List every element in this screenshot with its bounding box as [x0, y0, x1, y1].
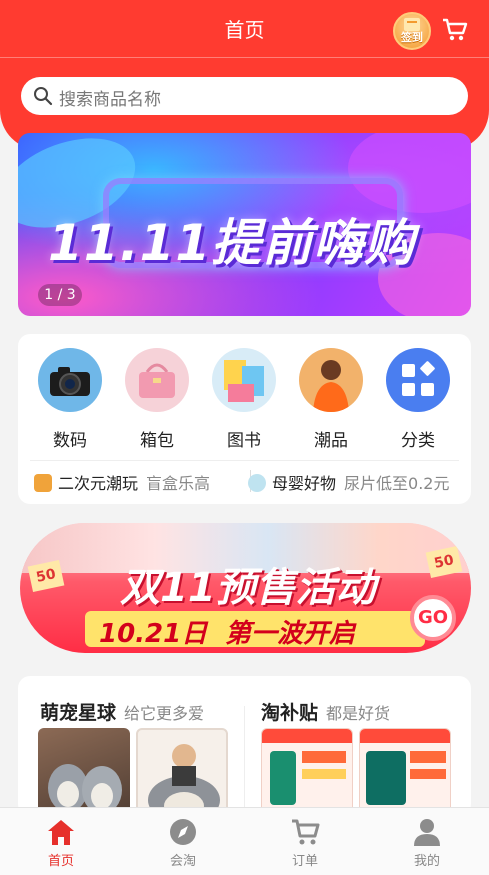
banner-tagline: 第一波开启: [225, 619, 356, 649]
grid-icon: [386, 348, 450, 412]
tab-home[interactable]: 首页: [21, 818, 101, 869]
tab-label: 我的: [413, 854, 440, 869]
tab-discover[interactable]: 会淘: [143, 818, 223, 869]
banner-date: 10.21日: [99, 619, 208, 649]
search-placeholder: 搜索商品名称: [59, 90, 161, 110]
section-subtitle: 都是好货: [326, 704, 391, 723]
promo-title: 母婴好物: [272, 474, 337, 493]
product-thumb-honor[interactable]: [261, 728, 353, 816]
search-icon: [34, 87, 53, 106]
category-item-fashion[interactable]: 潮品: [296, 348, 366, 451]
handbag-icon: [125, 348, 189, 412]
toy-icon: [34, 474, 52, 492]
discount-tag: 50: [425, 545, 463, 579]
promo-title: 二次元潮玩: [58, 474, 139, 493]
cart-icon: [292, 819, 320, 845]
promo-subtitle: 尿片低至0.2元: [344, 474, 450, 493]
banner-headline: 11.11提前嗨购: [48, 214, 416, 272]
cart-icon[interactable]: [442, 18, 468, 42]
promo-link-toys[interactable]: 二次元潮玩 盲盒乐高: [34, 470, 210, 494]
user-icon: [414, 819, 440, 846]
presale-banner[interactable]: 50 50 双11预售活动 10.21日 第一波开启 GO: [20, 523, 471, 653]
home-icon: [48, 820, 74, 845]
section-subtitle: 给它更多爱: [124, 704, 205, 723]
discount-tag: 50: [27, 559, 65, 593]
search-bar[interactable]: 搜索商品名称: [21, 77, 468, 115]
section-pets[interactable]: 萌宠星球 给它更多爱: [40, 698, 204, 725]
tab-label: 首页: [47, 854, 74, 869]
category-label: 数码: [53, 431, 87, 451]
header-divider: [0, 57, 489, 58]
totoro-plush-icon: [148, 744, 220, 816]
phone-product-icon: [262, 729, 352, 816]
section-title: 淘补贴: [261, 702, 319, 724]
product-thumb-totoro[interactable]: [136, 728, 228, 816]
divider: [244, 706, 245, 816]
signin-label: 签到: [401, 31, 423, 44]
category-label: 分类: [401, 431, 435, 451]
banner-pager: 1 / 3: [38, 284, 82, 306]
promo-subtitle: 盲盒乐高: [146, 474, 211, 493]
phone-product-icon: [360, 729, 450, 816]
category-item-books[interactable]: 图书: [209, 348, 279, 451]
promo-link-baby[interactable]: 母婴好物 尿片低至0.2元: [248, 470, 449, 494]
tab-label: 会淘: [169, 854, 196, 869]
product-thumb-plush[interactable]: [38, 728, 130, 816]
category-item-digital[interactable]: 数码: [35, 348, 105, 451]
category-label: 图书: [227, 431, 261, 451]
product-thumb-huawei[interactable]: [359, 728, 451, 816]
signin-button[interactable]: 签到: [393, 12, 431, 50]
promo-banner-1111[interactable]: 11.11提前嗨购: [18, 133, 471, 316]
tab-profile[interactable]: 我的: [387, 818, 467, 869]
tab-label: 订单: [291, 854, 318, 869]
category-card: 数码 箱包 图书 潮品 分类 二次元潮玩 盲盒乐高 母婴好物 尿片低至0.2元: [18, 334, 471, 504]
books-icon: [212, 348, 276, 412]
divider: [30, 460, 459, 461]
section-title: 萌宠星球: [40, 702, 117, 724]
compass-icon: [170, 819, 196, 845]
banner-subline: 10.21日 第一波开启: [85, 611, 425, 649]
category-label: 箱包: [140, 431, 174, 451]
banner-headline: 双11预售活动: [120, 565, 376, 611]
tab-orders[interactable]: 订单: [265, 818, 345, 869]
category-label: 潮品: [314, 431, 348, 451]
bottom-tab-bar: 首页 会淘 订单 我的: [0, 807, 489, 875]
camera-icon: [38, 348, 102, 412]
section-subsidy[interactable]: 淘补贴 都是好货: [261, 698, 390, 725]
plush-toy-icon: [48, 764, 122, 814]
baby-icon: [248, 474, 266, 492]
featured-sections-card: 萌宠星球 给它更多爱 淘补贴 都是好货: [18, 676, 471, 816]
category-item-bags[interactable]: 箱包: [122, 348, 192, 451]
category-item-all[interactable]: 分类: [383, 348, 453, 451]
go-button[interactable]: GO: [410, 595, 456, 641]
fashion-icon: [299, 348, 363, 412]
